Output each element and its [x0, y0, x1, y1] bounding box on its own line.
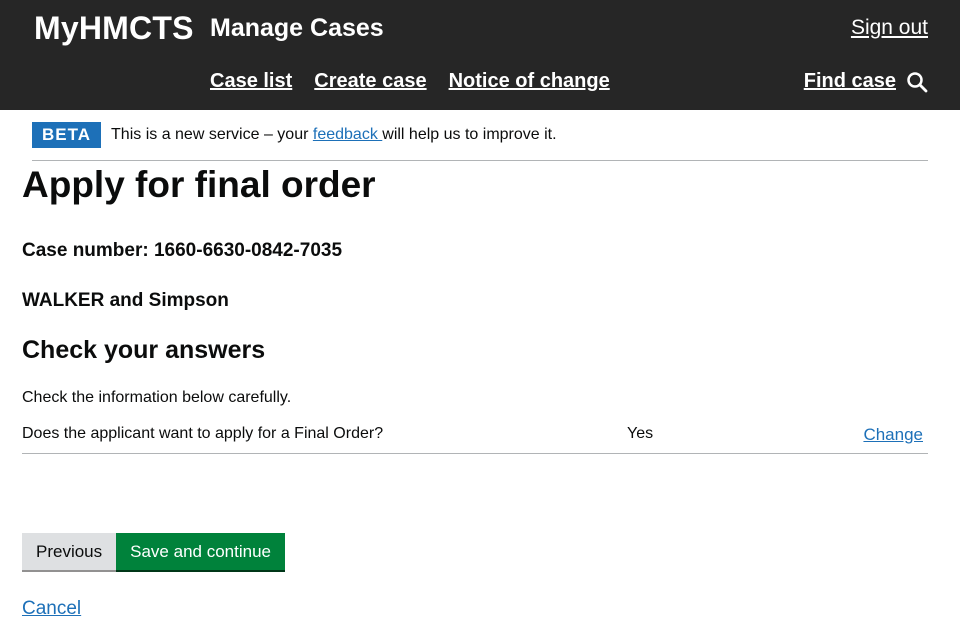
nav-notice-of-change[interactable]: Notice of change	[449, 70, 610, 93]
cancel-link[interactable]: Cancel	[22, 598, 81, 620]
save-and-continue-button[interactable]: Save and continue	[116, 533, 285, 570]
nav-create-case[interactable]: Create case	[314, 70, 426, 93]
case-parties: WALKER and Simpson	[22, 290, 229, 311]
service-name[interactable]: Manage Cases	[210, 14, 384, 43]
find-case[interactable]: Find case	[804, 70, 928, 93]
feedback-link[interactable]: feedback	[313, 126, 382, 143]
beta-tag: BETA	[32, 122, 102, 148]
case-number: Case number: 1660-6630-0842-7035	[22, 240, 343, 261]
search-icon[interactable]	[906, 71, 928, 93]
hint-text: Check the information below carefully.	[22, 389, 292, 406]
phase-text-after: will help us to improve it.	[382, 126, 557, 143]
sign-out-link[interactable]: Sign out	[851, 16, 928, 40]
page-title: Apply for final order	[22, 164, 376, 205]
form-actions: Previous Save and continue	[22, 533, 285, 570]
summary-row: Does the applicant want to apply for a F…	[22, 425, 928, 454]
section-heading: Check your answers	[22, 336, 266, 364]
nav-case-list[interactable]: Case list	[210, 70, 292, 93]
summary-question: Does the applicant want to apply for a F…	[22, 425, 384, 442]
change-link[interactable]: Change	[863, 425, 923, 445]
find-case-link[interactable]: Find case	[804, 70, 896, 93]
phase-banner-text: This is a new service – your feedback wi…	[111, 122, 557, 148]
brand-logo[interactable]: MyHMCTS	[34, 10, 194, 47]
summary-answer: Yes	[627, 425, 654, 442]
main-content: Apply for final order Case number: 1660-…	[22, 160, 928, 454]
phase-text-before: This is a new service – your	[111, 126, 313, 143]
previous-button[interactable]: Previous	[22, 533, 117, 570]
phase-banner: BETA This is a new service – your feedba…	[32, 122, 928, 161]
site-header: MyHMCTS Manage Cases Sign out Case list …	[0, 0, 960, 110]
primary-nav: Case list Create case Notice of change	[210, 70, 610, 93]
